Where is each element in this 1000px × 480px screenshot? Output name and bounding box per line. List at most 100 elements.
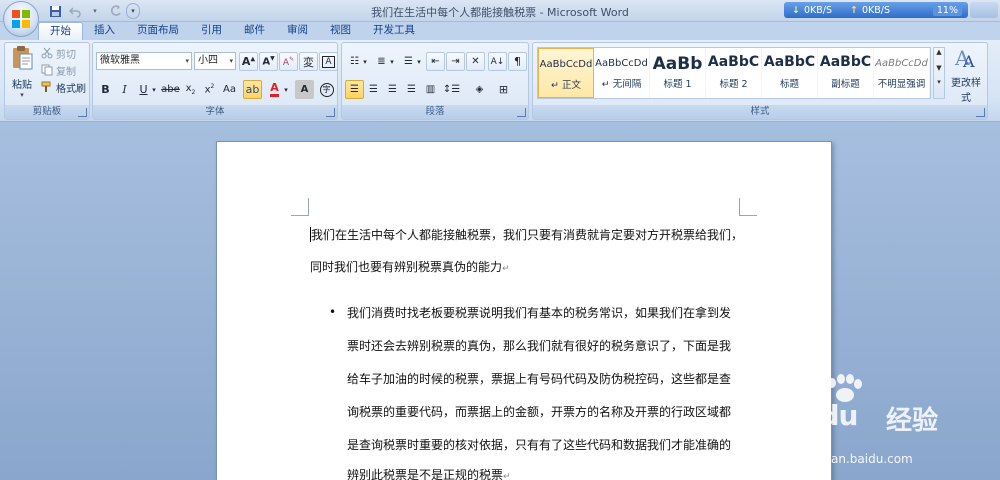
justify-button[interactable]: ☰ — [402, 80, 421, 99]
chinese-layout-button[interactable]: ✕ — [466, 52, 485, 71]
shrink-font-button[interactable]: A▼ — [259, 52, 278, 71]
font-size-combo[interactable]: 小四 ▾ — [194, 52, 236, 70]
scroll-down-icon: ▼ — [936, 64, 942, 72]
tab-references[interactable]: 引用 — [190, 22, 233, 40]
tab-insert[interactable]: 插入 — [83, 22, 126, 40]
grow-font-button[interactable]: A▲ — [239, 52, 258, 71]
change-case-icon: Aa — [223, 84, 236, 95]
bullet-line[interactable]: 给车子加油的时候的税票，票据上有号码代码及防伪税控码，这些都是查 — [347, 370, 731, 387]
tab-developer[interactable]: 开发工具 — [362, 22, 426, 40]
font-size-value: 小四 — [198, 55, 218, 66]
increase-indent-button[interactable]: ⇥ — [446, 52, 465, 71]
multilevel-list-dropdown[interactable]: ▾ — [414, 52, 424, 71]
style-name: 副标题 — [831, 79, 860, 90]
align-center-icon: ☰ — [369, 84, 378, 95]
character-border-button[interactable]: A — [319, 52, 338, 71]
align-left-icon: ☰ — [350, 84, 359, 95]
baidu-jingyan-watermark: Baidu 经验 jingyan.baidu.com — [760, 370, 996, 476]
style-normal[interactable]: AaBbCcDd ↵ 正文 — [538, 48, 594, 98]
format-painter-button[interactable]: 格式刷 — [41, 79, 86, 95]
copy-button[interactable]: 复制 — [41, 62, 76, 78]
align-center-button[interactable]: ☰ — [364, 80, 383, 99]
bullet-line[interactable]: 票时还会去辨别税票的真伪，那么我们就有很好的税务意识了，下面是我 — [347, 337, 731, 354]
style-title[interactable]: AaBbC 标题 — [762, 48, 818, 98]
clipboard-dialog-launcher[interactable] — [78, 108, 87, 117]
style-name: ↵ 无间隔 — [601, 79, 642, 90]
style-subtitle[interactable]: AaBbC 副标题 — [818, 48, 874, 98]
styles-dialog-launcher[interactable] — [976, 108, 985, 117]
numbering-icon: ≣ — [377, 56, 386, 67]
shading-button[interactable]: ◈ — [470, 80, 489, 99]
tab-view[interactable]: 视图 — [319, 22, 362, 40]
bold-button[interactable]: B — [96, 80, 115, 99]
style-sample: AaBbCcDd — [875, 58, 928, 69]
window-controls[interactable] — [970, 2, 998, 18]
paragraph-1-line-2[interactable]: 同时我们也要有辨别税票真伪的能力↵ — [310, 258, 510, 275]
change-styles-label: 更改样式 — [951, 78, 981, 104]
superscript-button[interactable]: x2 — [200, 80, 219, 99]
ribbon-tab-bar: 开始 插入 页面布局 引用 邮件 审阅 视图 开发工具 — [0, 22, 1000, 40]
align-right-button[interactable]: ☰ — [383, 80, 402, 99]
style-heading-2[interactable]: AaBbC 标题 2 — [706, 48, 762, 98]
strikethrough-button[interactable]: abe — [161, 80, 180, 99]
chinese-layout-icon: ✕ — [471, 56, 480, 67]
bullet-line[interactable]: 我们消费时找老板要税票说明我们有基本的税务常识，如果我们在拿到发 — [347, 304, 731, 321]
style-heading-1[interactable]: AaBb 标题 1 — [650, 48, 706, 98]
office-button[interactable] — [3, 1, 39, 37]
borders-button[interactable]: ⊞ — [494, 80, 513, 99]
decrease-indent-icon: ⇤ — [431, 56, 440, 67]
show-hide-marks-button[interactable]: ¶ — [508, 52, 527, 71]
clear-formatting-icon: A✎ — [282, 55, 295, 68]
bullet-line-last[interactable]: 辨别此税票是不是正规的税票↵ — [347, 466, 511, 480]
paragraph-dialog-launcher[interactable] — [517, 108, 526, 117]
paragraph-group: ☷ ▾ ≣ ▾ ☰ ▾ ⇤ ⇥ ✕ A↓ ¶ ☰ ☰ ☰ ☰ ▥ ↕☰ ◈ ⊞ … — [341, 42, 529, 120]
paintbrush-icon — [41, 81, 51, 92]
distributed-button[interactable]: ▥ — [421, 80, 440, 99]
upload-speed: 0KB/S — [861, 4, 890, 16]
paint-bucket-icon: ◈ — [475, 84, 484, 95]
font-group: 微软雅黑 ▾ 小四 ▾ A▲ A▼ A✎ 変 A B I U ▾ abe x2 … — [92, 42, 338, 120]
style-subtle-emphasis[interactable]: AaBbCcDd 不明显强调 — [874, 48, 930, 98]
chevron-down-icon: ▾ — [20, 91, 24, 99]
subscript-button[interactable]: x2 — [181, 80, 200, 99]
italic-button[interactable]: I — [115, 80, 134, 99]
character-shading-button[interactable]: A — [295, 80, 314, 99]
document-page[interactable]: 我们在生活中每个人都能接触税票，我们只要有消费就肯定要对方开税票给我们， 同时我… — [216, 141, 832, 480]
phonetic-guide-button[interactable]: 変 — [299, 52, 318, 71]
bold-icon: B — [101, 83, 110, 96]
scroll-up-icon: ▲ — [936, 48, 942, 56]
format-painter-label: 格式刷 — [56, 83, 86, 95]
font-color-dropdown[interactable]: ▾ — [281, 80, 291, 99]
underline-dropdown[interactable]: ▾ — [149, 80, 159, 99]
style-name: 标题 1 — [663, 79, 692, 90]
decrease-indent-button[interactable]: ⇤ — [426, 52, 445, 71]
tab-mailings[interactable]: 邮件 — [233, 22, 276, 40]
tab-home[interactable]: 开始 — [38, 22, 83, 40]
bullet-line[interactable]: 是查询税票时重要的核对依据，只有有了这些代码和数据我们才能准确的 — [347, 436, 731, 453]
gallery-scroll[interactable]: ▲ ▼ ▾ — [933, 47, 945, 99]
text-highlight-button[interactable]: ab — [243, 80, 262, 99]
paragraph-1-line-1[interactable]: 我们在生活中每个人都能接触税票，我们只要有消费就肯定要对方开税票给我们， — [310, 226, 743, 243]
style-name: ↵ 正文 — [551, 80, 581, 91]
bullets-icon: ☷ — [350, 56, 359, 67]
font-group-label: 字体 — [93, 105, 337, 119]
align-left-button[interactable]: ☰ — [345, 80, 364, 99]
tab-review[interactable]: 审阅 — [276, 22, 319, 40]
line-spacing-button[interactable]: ↕☰ — [442, 80, 461, 99]
change-case-button[interactable]: Aa — [220, 80, 239, 99]
font-dialog-launcher[interactable] — [326, 108, 335, 117]
tab-page-layout[interactable]: 页面布局 — [126, 22, 190, 40]
margin-corner-top-left — [291, 198, 309, 216]
numbering-dropdown[interactable]: ▾ — [387, 52, 397, 71]
change-styles-button[interactable]: A A 更改样式 ▾ — [947, 45, 985, 112]
sort-button[interactable]: A↓ — [488, 52, 507, 71]
chevron-down-icon: ▾ — [363, 57, 367, 66]
cut-button[interactable]: 剪切 — [41, 45, 76, 61]
font-name-combo[interactable]: 微软雅黑 ▾ — [96, 52, 192, 70]
bullets-dropdown[interactable]: ▾ — [360, 52, 370, 71]
enclose-characters-button[interactable]: 字 — [317, 80, 336, 99]
clear-formatting-button[interactable]: A✎ — [279, 52, 298, 71]
bullet-line[interactable]: 询税票的重要代码，而票据上的金额，开票方的名称及开票的行政区域都 — [347, 403, 731, 420]
style-no-spacing[interactable]: AaBbCcDd ↵ 无间隔 — [594, 48, 650, 98]
paste-button[interactable]: 粘贴 ▾ — [9, 45, 35, 103]
